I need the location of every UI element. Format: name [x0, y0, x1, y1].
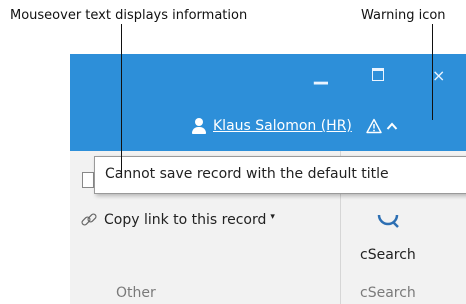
user-icon: [192, 118, 206, 134]
chevron-down-icon: ▾: [270, 212, 275, 222]
csearch-button-label: cSearch: [360, 247, 416, 263]
link-icon: [81, 213, 97, 226]
minimize-icon[interactable]: ▁: [314, 66, 328, 84]
warning-icon-callout-label: Warning icon: [361, 8, 446, 23]
user-name-link[interactable]: Klaus Salomon (HR): [213, 118, 352, 134]
mouseover-callout-line: [121, 24, 122, 174]
maximize-icon[interactable]: [372, 68, 384, 81]
document-icon[interactable]: [82, 172, 94, 188]
csearch-button[interactable]: cSearch: [352, 201, 428, 271]
mouseover-callout-label: Mouseover text displays information: [10, 8, 248, 23]
warning-icon[interactable]: [366, 118, 382, 134]
close-icon[interactable]: ×: [432, 66, 445, 85]
copy-link-button[interactable]: Copy link to this record ▾: [80, 211, 275, 229]
group-label-other: Other: [116, 285, 156, 301]
warning-tooltip: Cannot save record with the default titl…: [94, 156, 466, 194]
copy-link-label: Copy link to this record: [104, 212, 267, 228]
title-bar: ▁ × Klaus Salomon (HR): [70, 54, 466, 151]
group-label-csearch: cSearch: [360, 285, 416, 301]
search-icon: [377, 214, 399, 228]
chevron-up-icon[interactable]: [386, 121, 398, 131]
warning-icon-callout-line: [432, 24, 433, 120]
user-bar: Klaus Salomon (HR): [192, 118, 398, 134]
